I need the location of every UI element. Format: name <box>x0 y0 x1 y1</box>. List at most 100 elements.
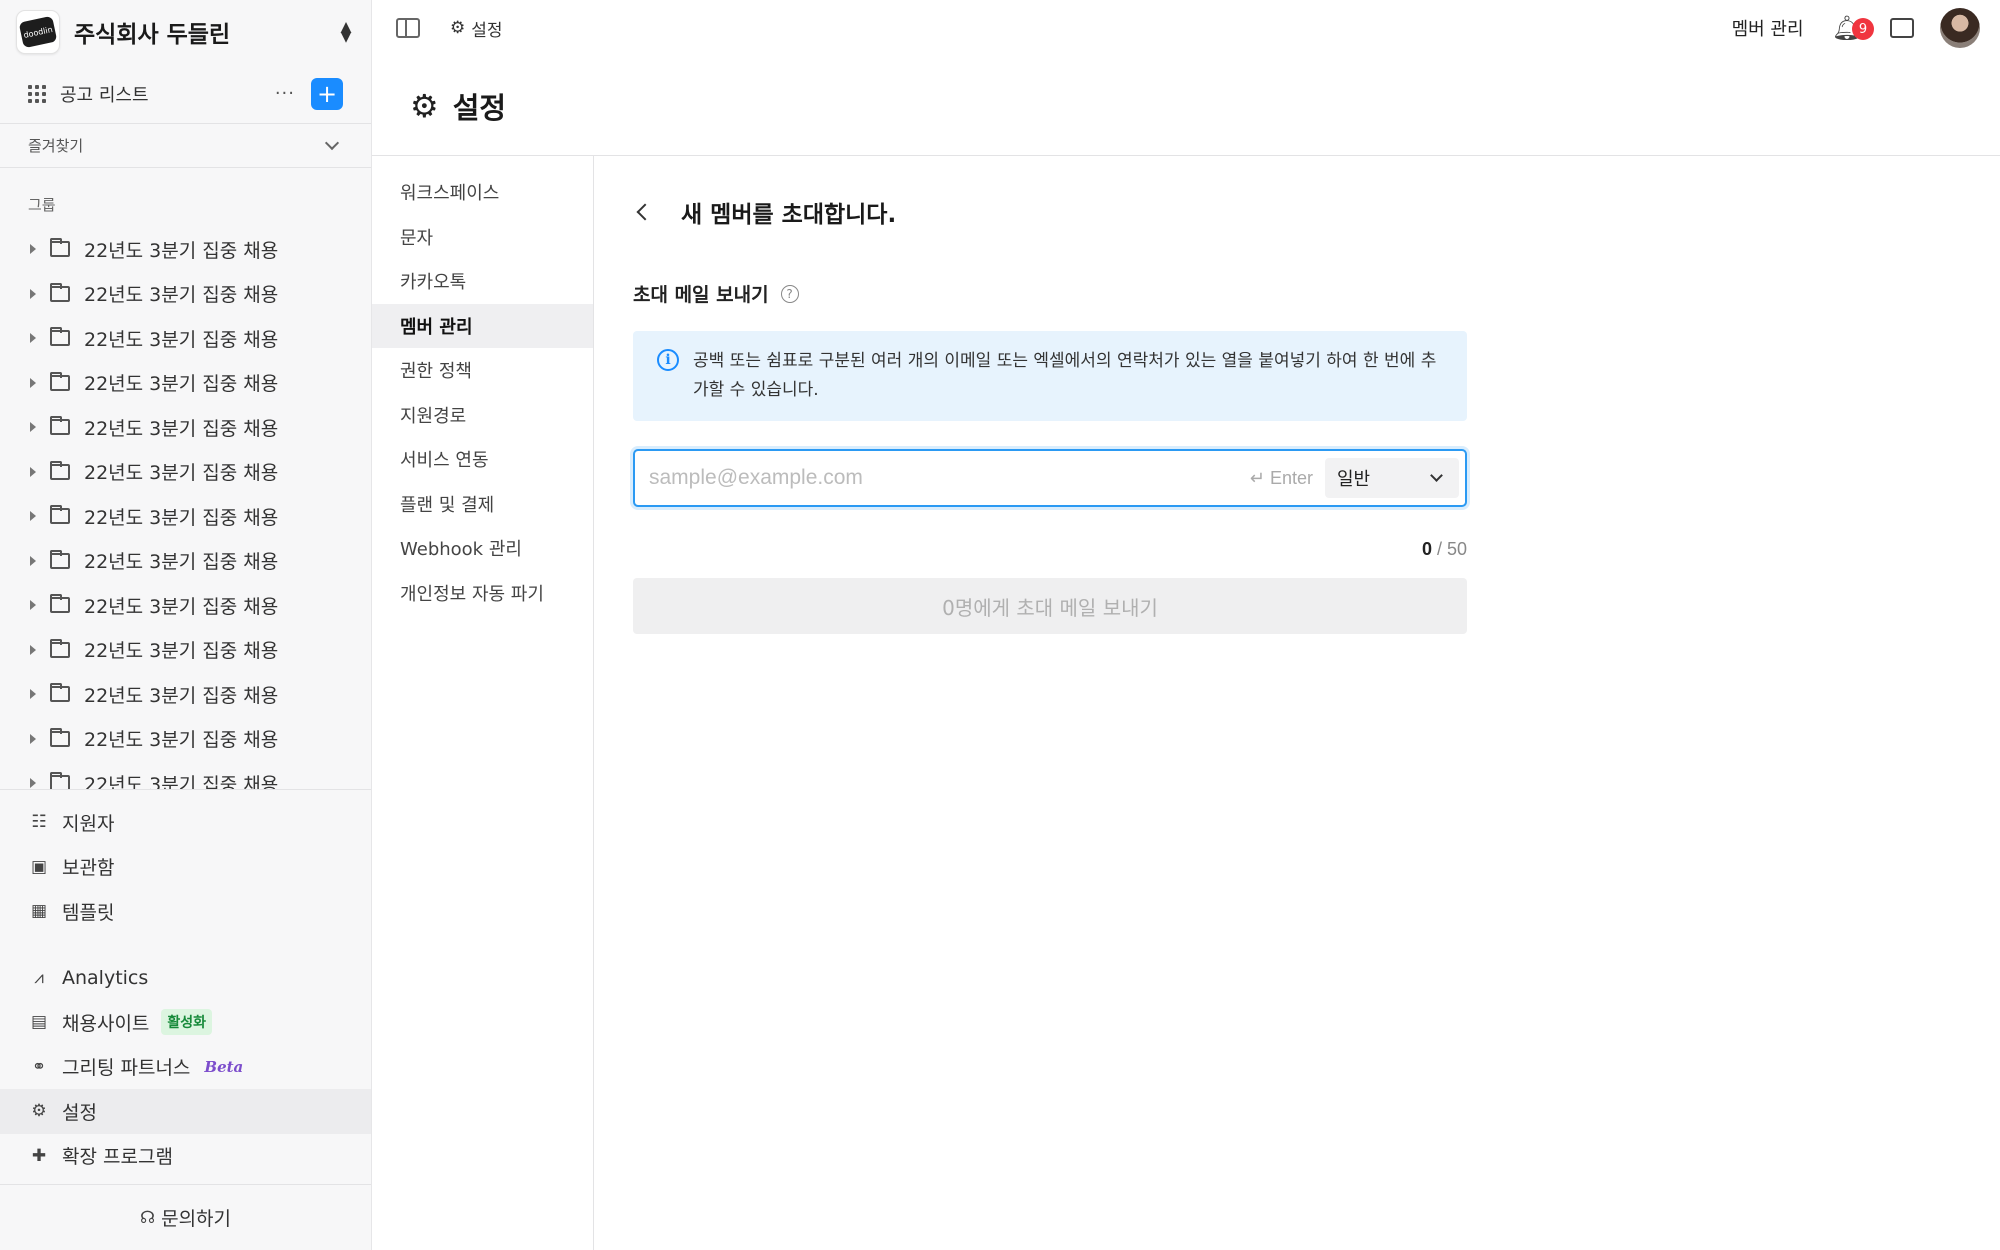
folder-icon <box>50 416 70 436</box>
caret-right-icon[interactable] <box>30 288 36 299</box>
main-nav: ☷ 지원자 ▣ 보관함 ▦ 템플릿 ⩘ Analytics ▤ 채용사이트 활성화 ⚭ 그리팅… <box>0 790 371 1178</box>
chevron-down-icon <box>324 135 340 151</box>
avatar[interactable] <box>1940 8 1980 48</box>
group-item[interactable]: 22년도 3분기 집중 채용 <box>0 227 371 272</box>
caret-right-icon[interactable] <box>30 377 36 388</box>
gear-icon: ⚙ <box>31 1101 47 1122</box>
caret-right-icon[interactable] <box>30 422 36 433</box>
group-label: 22년도 3분기 집중 채용 <box>84 239 279 262</box>
role-select[interactable]: 일반 <box>1325 458 1459 498</box>
caret-right-icon[interactable] <box>30 778 36 789</box>
sidebar-toggle-icon[interactable] <box>396 18 420 38</box>
subnav-permission-policy[interactable]: 권한 정책 <box>372 348 593 393</box>
back-chevron-icon[interactable] <box>636 203 654 221</box>
group-label: 22년도 3분기 집중 채용 <box>84 684 279 707</box>
help-circle-icon[interactable]: ? <box>780 284 799 303</box>
chart-icon: ⩘ <box>34 967 44 988</box>
group-item[interactable]: 22년도 3분기 집중 채용 <box>0 583 371 628</box>
group-item[interactable]: 22년도 3분기 집중 채용 <box>0 316 371 361</box>
add-job-button[interactable]: + <box>311 77 343 110</box>
group-label: 22년도 3분기 집중 채용 <box>84 284 279 307</box>
nav-templates[interactable]: ▦ 템플릿 <box>0 889 371 934</box>
users-icon: ☷ <box>31 812 47 833</box>
caret-right-icon[interactable] <box>30 644 36 655</box>
group-label: 22년도 3분기 집중 채용 <box>84 462 279 485</box>
breadcrumb-label: 설정 <box>471 20 503 41</box>
browser-icon: ▤ <box>30 1012 48 1033</box>
caret-right-icon[interactable] <box>30 733 36 744</box>
section-label-text: 초대 메일 보내기 <box>633 284 769 306</box>
group-item[interactable]: 22년도 3분기 집중 채용 <box>0 628 371 673</box>
nav-label: 지원자 <box>62 812 115 835</box>
breadcrumb: ⚙ 설정 <box>450 16 503 41</box>
subnav-webhook[interactable]: Webhook 관리 <box>372 526 593 571</box>
notification-bell-icon[interactable]: 🔔︎ 9 <box>1832 14 1874 42</box>
status-badge: 활성화 <box>161 1009 213 1036</box>
caret-right-icon[interactable] <box>30 333 36 344</box>
more-options-icon[interactable]: ··· <box>275 83 295 104</box>
group-item[interactable]: 22년도 3분기 집중 채용 <box>0 450 371 495</box>
invite-count-current: 0 <box>1421 539 1432 559</box>
subnav-member-management[interactable]: 멤버 관리 <box>372 303 593 348</box>
caret-right-icon[interactable] <box>30 511 36 522</box>
help-label: 문의하기 <box>161 1208 232 1230</box>
nav-label: 채용사이트 <box>62 1012 150 1035</box>
nav-settings[interactable]: ⚙ 설정 <box>0 1089 371 1134</box>
caret-right-icon[interactable] <box>30 466 36 477</box>
workspace-switcher[interactable]: doodlin 주식회사 두들린 ▲ ▼ <box>0 0 371 64</box>
info-box: i 공백 또는 쉼표로 구분된 여러 개의 이메일 또는 엑셀에서의 연락처가 … <box>633 331 1467 421</box>
group-label: 22년도 3분기 집중 채용 <box>84 506 279 529</box>
folder-icon <box>50 238 70 258</box>
nav-extensions[interactable]: ✚ 확장 프로그램 <box>0 1134 371 1179</box>
folder-icon <box>50 772 70 789</box>
folder-icon <box>50 371 70 391</box>
group-item[interactable]: 22년도 3분기 집중 채용 <box>0 539 371 584</box>
nav-label: 확장 프로그램 <box>62 1146 173 1169</box>
group-item[interactable]: 22년도 3분기 집중 채용 <box>0 405 371 450</box>
subnav-service-integration[interactable]: 서비스 연동 <box>372 437 593 482</box>
gear-icon: ⚙ <box>410 86 439 125</box>
group-label: 22년도 3분기 집중 채용 <box>84 595 279 618</box>
caret-right-icon[interactable] <box>30 600 36 611</box>
nav-greeting-partners[interactable]: ⚭ 그리팅 파트너스 Beta <box>0 1045 371 1090</box>
group-item[interactable]: 22년도 3분기 집중 채용 <box>0 672 371 717</box>
subnav-privacy-auto-delete[interactable]: 개인정보 자동 파기 <box>372 571 593 616</box>
up-down-arrow-icon[interactable]: ▲ ▼ <box>337 20 355 44</box>
subnav-plan-billing[interactable]: 플랜 및 결제 <box>372 482 593 527</box>
ticket-icon[interactable] <box>1890 18 1914 38</box>
top-bar: ⚙ 설정 멤버 관리 🔔︎ 9 <box>372 0 2000 56</box>
nav-applicants[interactable]: ☷ 지원자 <box>0 800 371 845</box>
group-item[interactable]: 22년도 3분기 집중 채용 <box>0 494 371 539</box>
job-list-row[interactable]: 공고 리스트 ··· + <box>0 64 371 124</box>
section-label: 초대 메일 보내기 ? <box>633 280 1467 307</box>
group-item[interactable]: 22년도 3분기 집중 채용 <box>0 272 371 317</box>
folder-icon <box>50 638 70 658</box>
group-item[interactable]: 22년도 3분기 집중 채용 <box>0 717 371 762</box>
send-invite-button[interactable]: 0명에게 초대 메일 보내기 <box>633 578 1467 634</box>
favorites-toggle[interactable]: 즐겨찾기 <box>0 124 371 168</box>
group-item[interactable]: 22년도 3분기 집중 채용 <box>0 761 371 789</box>
email-input[interactable] <box>649 466 1250 490</box>
nav-analytics[interactable]: ⩘ Analytics <box>0 956 371 1001</box>
help-button[interactable]: ☊ 문의하기 <box>0 1184 371 1250</box>
info-icon: i <box>657 349 679 371</box>
folder-icon <box>50 683 70 703</box>
caret-right-icon[interactable] <box>30 555 36 566</box>
inbox-icon: ▣ <box>30 856 48 877</box>
grid-icon <box>28 84 46 103</box>
group-label: 22년도 3분기 집중 채용 <box>84 417 279 440</box>
invite-counter: 0 / 50 <box>633 539 1467 560</box>
page-title: 설정 <box>452 90 507 125</box>
subnav-workspace[interactable]: 워크스페이스 <box>372 170 593 215</box>
subnav-application-source[interactable]: 지원경로 <box>372 393 593 438</box>
member-management-link[interactable]: 멤버 관리 <box>1732 15 1804 41</box>
caret-right-icon[interactable] <box>30 244 36 255</box>
subnav-kakaotalk[interactable]: 카카오톡 <box>372 259 593 304</box>
subnav-sms[interactable]: 문자 <box>372 215 593 260</box>
group-item[interactable]: 22년도 3분기 집중 채용 <box>0 361 371 406</box>
nav-label: 그리팅 파트너스 <box>62 1057 191 1080</box>
nav-career-site[interactable]: ▤ 채용사이트 활성화 <box>0 1000 371 1045</box>
info-text: 공백 또는 쉼표로 구분된 여러 개의 이메일 또는 엑셀에서의 연락처가 있는… <box>693 351 1437 400</box>
caret-right-icon[interactable] <box>30 689 36 700</box>
nav-archive[interactable]: ▣ 보관함 <box>0 845 371 890</box>
